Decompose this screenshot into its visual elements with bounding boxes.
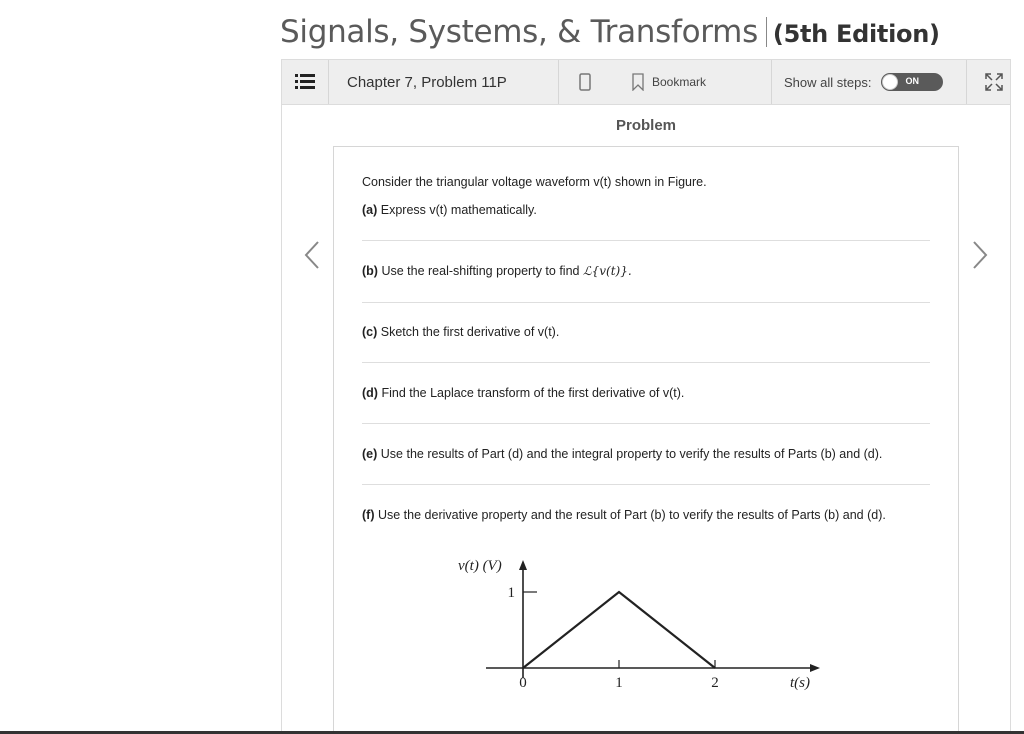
x-tick-label: 1 [615, 675, 623, 691]
part-e-text: Use the results of Part (d) and the inte… [380, 447, 883, 461]
x-tick-label: 0 [519, 675, 527, 691]
part-a-text: Express v(t) mathematically. [380, 203, 537, 217]
part-d-tag: (d) [362, 386, 378, 400]
show-steps-toggle[interactable]: ON [881, 73, 944, 91]
part-d: (d) Find the Laplace transform of the fi… [362, 386, 684, 400]
menu-button[interactable] [282, 60, 328, 104]
chevron-left-icon [304, 241, 319, 269]
bookmark-icon [632, 73, 644, 91]
divider [362, 362, 930, 363]
expand-button[interactable] [976, 60, 1012, 104]
y-tick-label: 1 [508, 585, 516, 601]
y-axis-label: v(t) (V) [458, 558, 502, 574]
title-separator [765, 17, 767, 47]
part-a: (a) Express v(t) mathematically. [362, 203, 537, 217]
bookmark-label: Bookmark [652, 75, 707, 89]
part-e-tag: (e) [362, 447, 378, 461]
part-e: (e) Use the results of Part (d) and the … [362, 447, 882, 461]
part-a-tag: (a) [362, 203, 378, 217]
show-steps-control: Show all steps: ON [784, 60, 944, 104]
book-edition: (5th Edition) [772, 20, 940, 48]
part-c: (c) Sketch the first derivative of v(t). [362, 325, 559, 339]
divider [362, 484, 930, 485]
book-title-text: Signals, Systems, & Transforms [280, 14, 758, 50]
problem-heading: Problem [616, 117, 677, 134]
chapter-label: Chapter 7, Problem 11P [347, 73, 507, 91]
x-axis-label: t(s) [790, 675, 810, 691]
divider [362, 423, 930, 424]
part-f-text: Use the derivative property and the resu… [377, 508, 886, 522]
chevron-right-icon [973, 241, 988, 269]
toolbar: Chapter 7, Problem 11P Bookmark Show all… [281, 59, 1011, 105]
mobile-icon [579, 73, 591, 91]
toggle-knob [882, 74, 899, 90]
problem-intro: Consider the triangular voltage waveform… [362, 175, 707, 189]
part-c-tag: (c) [362, 325, 378, 339]
show-steps-label: Show all steps: [784, 74, 872, 90]
part-c-text: Sketch the first derivative of v(t). [380, 325, 560, 339]
page: Signals, Systems, & Transforms (5th Editi… [0, 0, 1024, 734]
waveform-figure: 0 1 2 1 v(t) (V) t(s) [458, 558, 820, 691]
mobile-view-button[interactable] [570, 60, 600, 104]
x-axis-arrow [810, 664, 820, 672]
divider [362, 302, 930, 303]
part-f-tag: (f) [362, 508, 375, 522]
toggle-label: ON [905, 76, 919, 86]
next-problem-button[interactable] [970, 240, 990, 275]
part-b-math: ℒ{v(t)}. [582, 264, 632, 278]
toolbar-divider [558, 60, 559, 104]
x-tick-label: 2 [711, 675, 719, 691]
book-title: Signals, Systems, & Transforms (5th Editi… [280, 14, 940, 50]
bookmark-button[interactable]: Bookmark [632, 60, 706, 104]
part-d-text: Find the Laplace transform of the first … [381, 386, 685, 400]
divider [362, 240, 930, 241]
part-b-text: Use the real-shifting property to find [381, 264, 580, 278]
previous-problem-button[interactable] [302, 240, 322, 275]
part-f: (f) Use the derivative property and the … [362, 508, 886, 522]
toolbar-divider [966, 60, 967, 104]
part-b-tag: (b) [362, 264, 378, 278]
waveform-line [522, 590, 716, 669]
y-axis-arrow [519, 560, 527, 570]
list-icon [295, 74, 315, 89]
toolbar-divider [771, 60, 772, 104]
part-b: (b) Use the real-shifting property to fi… [362, 264, 632, 278]
toolbar-divider [328, 60, 329, 104]
expand-icon [985, 73, 1003, 91]
